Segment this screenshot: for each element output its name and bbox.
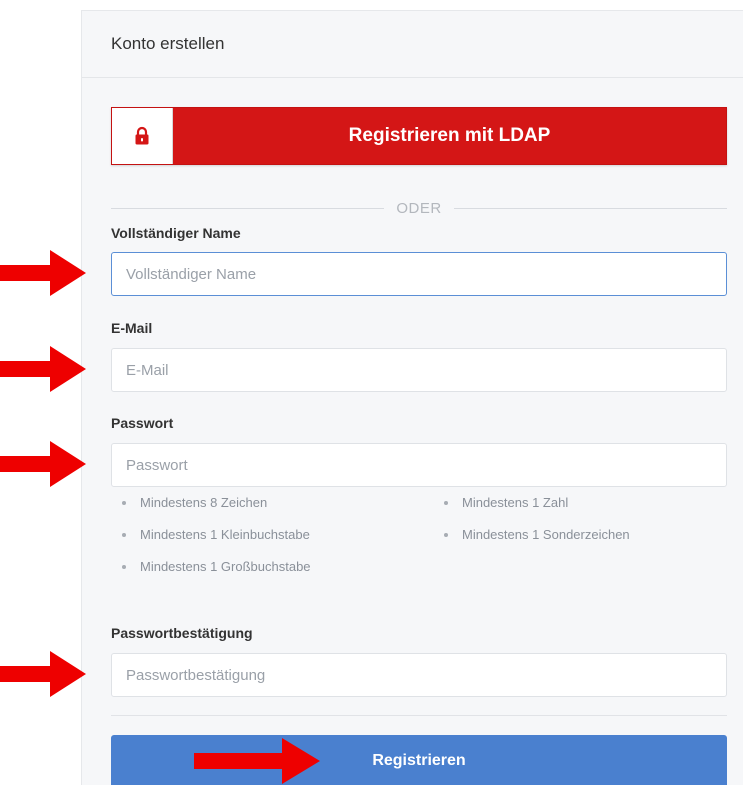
email-label: E-Mail xyxy=(111,320,153,336)
arrow-right-icon xyxy=(0,346,86,392)
bullet-icon xyxy=(122,532,126,537)
password-confirm-label: Passwortbestätigung xyxy=(111,625,253,641)
arrow-right-icon xyxy=(0,651,86,697)
divider-line-right xyxy=(453,207,727,209)
password-rule: Mindestens 1 Sonderzeichen xyxy=(444,527,630,542)
page: Konto erstellen Registrieren mit LDAP OD… xyxy=(0,0,743,785)
bullet-icon xyxy=(444,532,448,537)
password-rule: Mindestens 8 Zeichen xyxy=(122,495,267,510)
divider-text: ODER xyxy=(396,199,442,217)
arrow-right-icon xyxy=(0,441,86,487)
panel-header: Konto erstellen xyxy=(82,11,743,78)
arrow-right-icon xyxy=(194,738,320,784)
email-input[interactable] xyxy=(111,348,727,392)
register-panel: Konto erstellen Registrieren mit LDAP OD… xyxy=(81,10,743,785)
ldap-register-label: Registrieren mit LDAP xyxy=(348,125,551,146)
panel-title: Konto erstellen xyxy=(111,34,225,53)
password-input[interactable] xyxy=(111,443,727,487)
password-rule: Mindestens 1 Zahl xyxy=(444,495,568,510)
form-separator xyxy=(111,715,727,716)
password-label: Passwort xyxy=(111,415,174,431)
bullet-icon xyxy=(444,500,448,505)
lock-icon xyxy=(135,126,149,145)
password-confirm-input[interactable] xyxy=(111,653,727,697)
password-rule: Mindestens 1 Großbuchstabe xyxy=(122,559,311,574)
password-rule: Mindestens 1 Kleinbuchstabe xyxy=(122,527,310,542)
ldap-register-button[interactable]: Registrieren mit LDAP xyxy=(111,107,727,165)
full-name-label: Vollständiger Name xyxy=(111,225,241,241)
divider-line-left xyxy=(111,207,385,209)
full-name-input[interactable] xyxy=(111,252,727,296)
bullet-icon xyxy=(122,500,126,505)
or-divider: ODER xyxy=(111,198,727,218)
arrow-right-icon xyxy=(0,250,86,296)
register-button-label: Registrieren xyxy=(372,751,466,769)
bullet-icon xyxy=(122,564,126,569)
ldap-icon-box xyxy=(112,108,173,164)
